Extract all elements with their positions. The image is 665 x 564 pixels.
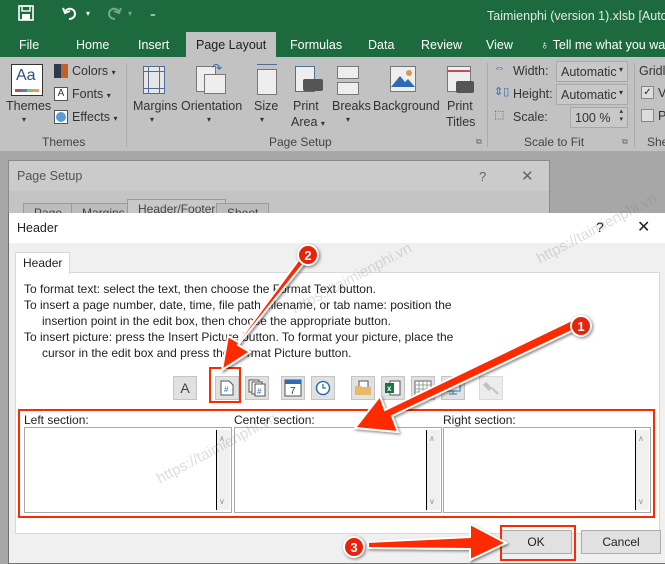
arrow-1 <box>353 318 580 434</box>
step-badge-1: 1 <box>570 315 592 337</box>
tab-header[interactable]: Header <box>15 252 71 274</box>
arrow-3 <box>367 522 509 562</box>
step-badge-2: 2 <box>297 244 319 266</box>
step-badge-3: 3 <box>343 536 365 558</box>
arrow-2 <box>220 256 307 373</box>
